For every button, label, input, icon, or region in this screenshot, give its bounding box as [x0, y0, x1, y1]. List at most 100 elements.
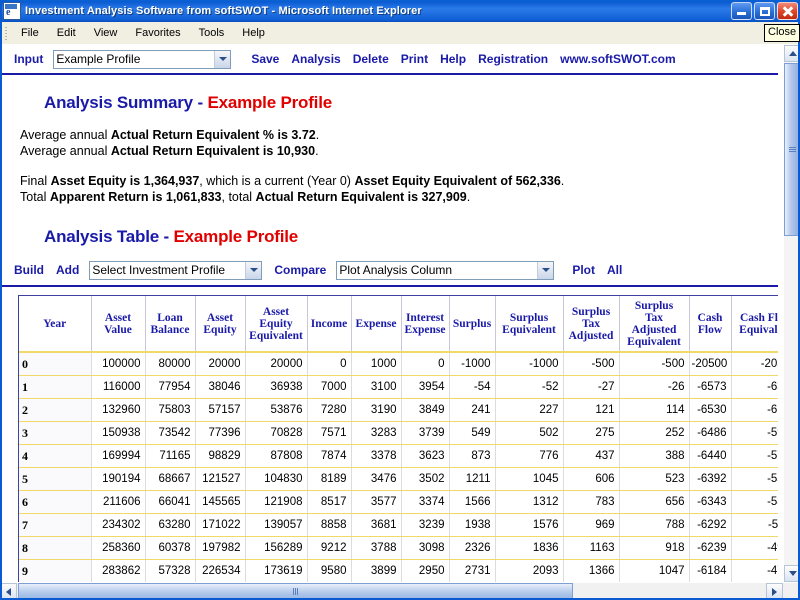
horizontal-scrollbar-thumb[interactable] [18, 583, 573, 600]
table-row: 0100000800002000020000010000-1000-1000-5… [19, 352, 778, 376]
save-link[interactable]: Save [251, 52, 279, 66]
chevron-right-icon [772, 588, 777, 596]
cell-year: 0 [19, 352, 91, 376]
menu-item-view[interactable]: View [86, 25, 126, 41]
menu-item-help[interactable]: Help [234, 25, 273, 41]
menu-item-favorites[interactable]: Favorites [127, 25, 188, 41]
horizontal-scrollbar[interactable] [0, 583, 783, 600]
cell-value: -5936 [731, 422, 778, 445]
menu-item-file[interactable]: File [13, 25, 47, 41]
vertical-scrollbar-thumb[interactable] [784, 63, 800, 236]
profile-select-wrapper[interactable]: Example Profile [53, 50, 231, 69]
column-header-2: LoanBalance [145, 296, 195, 352]
scroll-up-button[interactable] [784, 45, 800, 62]
website-link[interactable]: www.softSWOT.com [560, 52, 676, 66]
registration-link[interactable]: Registration [478, 52, 548, 66]
browser-window: Investment Analysis Software from softSW… [0, 0, 800, 600]
all-link[interactable]: All [607, 263, 622, 277]
column-header-line: Equivalent [249, 330, 303, 342]
investment-profile-select[interactable]: Select Investment Profile [89, 261, 262, 280]
cell-value: 211606 [91, 491, 145, 514]
cell-value: 7000 [307, 376, 351, 399]
table-row: 4169994711659882987808787433783623873776… [19, 445, 778, 468]
cell-value: 20000 [195, 352, 245, 376]
cell-value: 132960 [91, 399, 145, 422]
column-header-line: Surplus [510, 312, 548, 324]
cell-value: 1836 [495, 537, 563, 560]
column-header-line: Expense [405, 324, 446, 336]
cell-value: 783 [563, 491, 619, 514]
cell-value: 3899 [351, 560, 401, 583]
cell-value: -6440 [689, 445, 731, 468]
plot-analysis-column-select[interactable]: Plot Analysis Column [336, 261, 554, 280]
cell-value: 139057 [245, 514, 307, 537]
cell-value: 227 [495, 399, 563, 422]
column-header-line: Equivalent [739, 324, 778, 336]
menu-grip-handle[interactable] [2, 25, 10, 41]
cell-year: 4 [19, 445, 91, 468]
column-header-line: Cash [698, 312, 723, 324]
column-header-line: Equivalent [502, 324, 556, 336]
table-row: 9283862573282265341736199580389929502731… [19, 560, 778, 583]
add-link[interactable]: Add [56, 263, 79, 277]
cell-value: -5722 [731, 445, 778, 468]
cell-value: 66041 [145, 491, 195, 514]
cell-value: 3577 [351, 491, 401, 514]
cell-value: 8189 [307, 468, 351, 491]
summary-line1-pre: Average annual [20, 128, 111, 142]
summary-line3-b1: Asset Equity is 1,364,937 [51, 174, 200, 188]
ie-document-icon [3, 2, 21, 20]
print-link[interactable]: Print [401, 52, 428, 66]
cell-value: 20000 [245, 352, 307, 376]
cell-value: 3239 [401, 514, 449, 537]
summary-line1-bold: Actual Return Equivalent % is 3.72 [111, 128, 316, 142]
plot-column-select-wrapper[interactable]: Plot Analysis Column [336, 261, 554, 280]
column-header-line: Asset [263, 306, 289, 318]
cell-year: 5 [19, 468, 91, 491]
cell-value: 75803 [145, 399, 195, 422]
cell-value: 258360 [91, 537, 145, 560]
summary-line4-pre: Total [20, 190, 50, 204]
table-row: 1116000779543804636938700031003954-54-52… [19, 376, 778, 399]
column-header-line: Asset [207, 312, 233, 324]
analysis-link[interactable]: Analysis [291, 52, 340, 66]
close-button[interactable] [777, 2, 798, 20]
analysis-table: YearAssetValueLoanBalanceAssetEquityAsse… [19, 296, 778, 582]
maximize-restore-button[interactable] [754, 2, 775, 20]
help-link[interactable]: Help [440, 52, 466, 66]
summary-line4-mid: , total [222, 190, 256, 204]
cell-value: 252 [619, 422, 689, 445]
delete-link[interactable]: Delete [353, 52, 389, 66]
cell-value: 8858 [307, 514, 351, 537]
summary-paragraph-1: Average annual Actual Return Equivalent … [20, 127, 778, 159]
cell-value: 3739 [401, 422, 449, 445]
build-link[interactable]: Build [14, 263, 44, 277]
input-profile-select[interactable]: Example Profile [53, 50, 231, 69]
vertical-scrollbar[interactable] [783, 45, 800, 582]
plot-link[interactable]: Plot [572, 263, 595, 277]
menu-item-tools[interactable]: Tools [191, 25, 233, 41]
cell-value: 156289 [245, 537, 307, 560]
summary-line4-b1: Apparent Return is 1,061,833 [50, 190, 222, 204]
column-header-line: Surplus [635, 300, 673, 312]
cell-value: 1938 [449, 514, 495, 537]
column-header-5: Income [307, 296, 351, 352]
scroll-down-button[interactable] [784, 565, 800, 582]
table-heading-main: Analysis Table - [44, 227, 174, 246]
scroll-left-button[interactable] [0, 583, 17, 600]
summary-line2-post: . [315, 144, 318, 158]
cell-value: 1312 [495, 491, 563, 514]
cell-value: 3954 [401, 376, 449, 399]
cell-value: 275 [563, 422, 619, 445]
cell-value: 1566 [449, 491, 495, 514]
column-header-line: Asset [105, 312, 131, 324]
column-header-line: Year [43, 318, 66, 330]
minimize-button[interactable] [731, 2, 752, 20]
investment-profile-select-wrapper[interactable]: Select Investment Profile [89, 261, 262, 280]
cell-value: -6155 [731, 399, 778, 422]
compare-link[interactable]: Compare [274, 263, 326, 277]
cell-value: 3190 [351, 399, 401, 422]
scroll-right-button[interactable] [766, 583, 783, 600]
menu-item-edit[interactable]: Edit [49, 25, 84, 41]
column-header-line: Balance [151, 324, 190, 336]
